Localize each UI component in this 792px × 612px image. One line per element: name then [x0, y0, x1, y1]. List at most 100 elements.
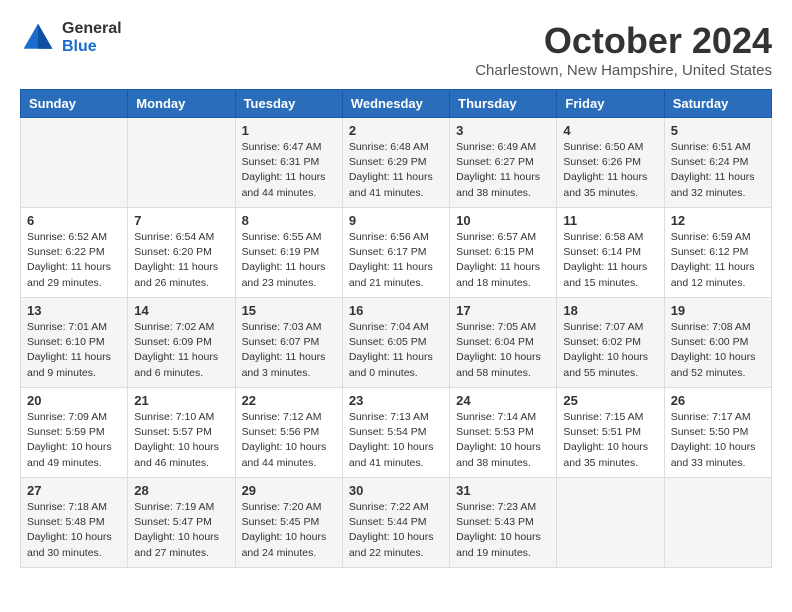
- day-number: 12: [671, 213, 765, 228]
- header-cell-wednesday: Wednesday: [342, 90, 449, 118]
- day-number: 23: [349, 393, 443, 408]
- day-info: Sunrise: 7:01 AMSunset: 6:10 PMDaylight:…: [27, 320, 121, 381]
- day-info: Sunrise: 6:59 AMSunset: 6:12 PMDaylight:…: [671, 230, 765, 291]
- day-number: 28: [134, 483, 228, 498]
- calendar-cell: 21 Sunrise: 7:10 AMSunset: 5:57 PMDayligh…: [128, 388, 235, 478]
- calendar-cell: 12 Sunrise: 6:59 AMSunset: 6:12 PMDayligh…: [664, 208, 771, 298]
- day-info: Sunrise: 6:57 AMSunset: 6:15 PMDaylight:…: [456, 230, 550, 291]
- day-number: 22: [242, 393, 336, 408]
- day-info: Sunrise: 7:03 AMSunset: 6:07 PMDaylight:…: [242, 320, 336, 381]
- day-number: 8: [242, 213, 336, 228]
- header-cell-thursday: Thursday: [450, 90, 557, 118]
- day-info: Sunrise: 7:15 AMSunset: 5:51 PMDaylight:…: [563, 410, 657, 471]
- calendar-cell: 20Sunrise: 7:09 AMSunset: 5:59 PMDayligh…: [21, 388, 128, 478]
- day-number: 21: [134, 393, 228, 408]
- day-number: 19: [671, 303, 765, 318]
- day-info: Sunrise: 7:19 AMSunset: 5:47 PMDaylight:…: [134, 500, 228, 561]
- day-number: 9: [349, 213, 443, 228]
- day-number: 20: [27, 393, 121, 408]
- day-info: Sunrise: 7:17 AMSunset: 5:50 PMDaylight:…: [671, 410, 765, 471]
- calendar-cell: 19 Sunrise: 7:08 AMSunset: 6:00 PMDayligh…: [664, 298, 771, 388]
- header-cell-saturday: Saturday: [664, 90, 771, 118]
- day-info: Sunrise: 7:13 AMSunset: 5:54 PMDaylight:…: [349, 410, 443, 471]
- calendar-week-row: 20Sunrise: 7:09 AMSunset: 5:59 PMDayligh…: [21, 388, 772, 478]
- calendar-cell: 1Sunrise: 6:47 AMSunset: 6:31 PMDaylight…: [235, 118, 342, 208]
- calendar-cell: 15 Sunrise: 7:03 AMSunset: 6:07 PMDayligh…: [235, 298, 342, 388]
- day-number: 25: [563, 393, 657, 408]
- day-number: 6: [27, 213, 121, 228]
- day-number: 15: [242, 303, 336, 318]
- day-info: Sunrise: 7:18 AMSunset: 5:48 PMDaylight:…: [27, 500, 121, 561]
- calendar-cell: 7Sunrise: 6:54 AMSunset: 6:20 PMDaylight…: [128, 208, 235, 298]
- day-info: Sunrise: 7:12 AMSunset: 5:56 PMDaylight:…: [242, 410, 336, 471]
- header-cell-friday: Friday: [557, 90, 664, 118]
- calendar-cell: 10Sunrise: 6:57 AMSunset: 6:15 PMDayligh…: [450, 208, 557, 298]
- logo-icon: [20, 20, 56, 56]
- calendar-cell: 17 Sunrise: 7:05 AMSunset: 6:04 PMDayligh…: [450, 298, 557, 388]
- title-section: October 2024 Charlestown, New Hampshire,…: [475, 20, 772, 79]
- calendar-cell: 24Sunrise: 7:14 AMSunset: 5:53 PMDayligh…: [450, 388, 557, 478]
- location-title: Charlestown, New Hampshire, United State…: [475, 62, 772, 79]
- calendar-cell: 3 Sunrise: 6:49 AMSunset: 6:27 PMDaylight…: [450, 118, 557, 208]
- day-number: 29: [242, 483, 336, 498]
- calendar-cell: 31Sunrise: 7:23 AMSunset: 5:43 PMDayligh…: [450, 478, 557, 568]
- day-info: Sunrise: 7:20 AMSunset: 5:45 PMDaylight:…: [242, 500, 336, 561]
- calendar-cell: 27 Sunrise: 7:18 AMSunset: 5:48 PMDayligh…: [21, 478, 128, 568]
- day-info: Sunrise: 6:50 AMSunset: 6:26 PMDaylight:…: [563, 140, 657, 201]
- calendar-cell: 18 Sunrise: 7:07 AMSunset: 6:02 PMDayligh…: [557, 298, 664, 388]
- day-info: Sunrise: 6:55 AMSunset: 6:19 PMDaylight:…: [242, 230, 336, 291]
- day-info: Sunrise: 6:54 AMSunset: 6:20 PMDaylight:…: [134, 230, 228, 291]
- calendar-week-row: 27 Sunrise: 7:18 AMSunset: 5:48 PMDayligh…: [21, 478, 772, 568]
- day-info: Sunrise: 7:07 AMSunset: 6:02 PMDaylight:…: [563, 320, 657, 381]
- day-info: Sunrise: 6:52 AMSunset: 6:22 PMDaylight:…: [27, 230, 121, 291]
- month-title: October 2024: [475, 20, 772, 62]
- day-info: Sunrise: 7:08 AMSunset: 6:00 PMDaylight:…: [671, 320, 765, 381]
- calendar-cell: 23 Sunrise: 7:13 AMSunset: 5:54 PMDayligh…: [342, 388, 449, 478]
- calendar-cell: 4 Sunrise: 6:50 AMSunset: 6:26 PMDaylight…: [557, 118, 664, 208]
- day-info: Sunrise: 7:22 AMSunset: 5:44 PMDaylight:…: [349, 500, 443, 561]
- logo-text: General Blue: [62, 20, 122, 55]
- calendar-cell: [21, 118, 128, 208]
- calendar-cell: 5Sunrise: 6:51 AMSunset: 6:24 PMDaylight…: [664, 118, 771, 208]
- day-info: Sunrise: 6:49 AMSunset: 6:27 PMDaylight:…: [456, 140, 550, 201]
- header-cell-sunday: Sunday: [21, 90, 128, 118]
- day-number: 24: [456, 393, 550, 408]
- calendar-cell: 13 Sunrise: 7:01 AMSunset: 6:10 PMDayligh…: [21, 298, 128, 388]
- calendar-cell: 8 Sunrise: 6:55 AMSunset: 6:19 PMDaylight…: [235, 208, 342, 298]
- header-cell-tuesday: Tuesday: [235, 90, 342, 118]
- day-info: Sunrise: 7:02 AMSunset: 6:09 PMDaylight:…: [134, 320, 228, 381]
- calendar-cell: 22 Sunrise: 7:12 AMSunset: 5:56 PMDayligh…: [235, 388, 342, 478]
- day-info: Sunrise: 6:48 AMSunset: 6:29 PMDaylight:…: [349, 140, 443, 201]
- calendar-cell: 26 Sunrise: 7:17 AMSunset: 5:50 PMDayligh…: [664, 388, 771, 478]
- calendar-cell: [557, 478, 664, 568]
- calendar-cell: 9Sunrise: 6:56 AMSunset: 6:17 PMDaylight…: [342, 208, 449, 298]
- day-number: 26: [671, 393, 765, 408]
- day-number: 1: [242, 123, 336, 138]
- logo-blue-text: Blue: [62, 38, 122, 56]
- day-info: Sunrise: 7:10 AMSunset: 5:57 PMDaylight:…: [134, 410, 228, 471]
- page-header: General Blue October 2024 Charlestown, N…: [20, 20, 772, 79]
- day-number: 4: [563, 123, 657, 138]
- day-number: 18: [563, 303, 657, 318]
- day-number: 27: [27, 483, 121, 498]
- day-info: Sunrise: 7:23 AMSunset: 5:43 PMDaylight:…: [456, 500, 550, 561]
- calendar-cell: 2Sunrise: 6:48 AMSunset: 6:29 PMDaylight…: [342, 118, 449, 208]
- calendar-cell: 6 Sunrise: 6:52 AMSunset: 6:22 PMDaylight…: [21, 208, 128, 298]
- calendar-week-row: 13 Sunrise: 7:01 AMSunset: 6:10 PMDayligh…: [21, 298, 772, 388]
- calendar-cell: 11Sunrise: 6:58 AMSunset: 6:14 PMDayligh…: [557, 208, 664, 298]
- calendar-cell: 30 Sunrise: 7:22 AMSunset: 5:44 PMDayligh…: [342, 478, 449, 568]
- day-number: 3: [456, 123, 550, 138]
- logo-general-text: General: [62, 20, 122, 38]
- calendar-cell: 16Sunrise: 7:04 AMSunset: 6:05 PMDayligh…: [342, 298, 449, 388]
- day-number: 11: [563, 213, 657, 228]
- day-info: Sunrise: 6:51 AMSunset: 6:24 PMDaylight:…: [671, 140, 765, 201]
- calendar-cell: 25 Sunrise: 7:15 AMSunset: 5:51 PMDayligh…: [557, 388, 664, 478]
- day-info: Sunrise: 7:04 AMSunset: 6:05 PMDaylight:…: [349, 320, 443, 381]
- day-number: 30: [349, 483, 443, 498]
- day-number: 13: [27, 303, 121, 318]
- calendar-cell: 28 Sunrise: 7:19 AMSunset: 5:47 PMDayligh…: [128, 478, 235, 568]
- day-number: 17: [456, 303, 550, 318]
- day-number: 14: [134, 303, 228, 318]
- calendar-table: SundayMondayTuesdayWednesdayThursdayFrid…: [20, 89, 772, 568]
- day-info: Sunrise: 7:05 AMSunset: 6:04 PMDaylight:…: [456, 320, 550, 381]
